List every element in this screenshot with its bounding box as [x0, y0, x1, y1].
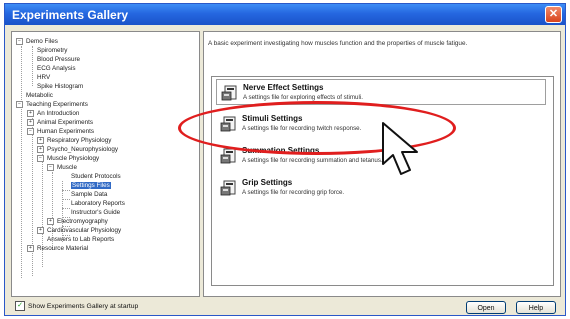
tree-item-muscle-physiology[interactable]: − Muscle Physiology [37, 154, 99, 163]
tree-item-label: Human Experiments [37, 128, 95, 135]
list-item-grip-settings[interactable]: Grip Settings A settings file for record… [216, 175, 546, 201]
list-item-title: Grip Settings [242, 178, 293, 187]
settings-files-list[interactable]: Nerve Effect Settings A settings file fo… [211, 76, 554, 286]
tree-item-label: Animal Experiments [37, 119, 93, 126]
tree-item-label: Cardiovascular Physiology [47, 227, 122, 234]
tree-item-label: Spike Histogram [37, 83, 84, 90]
show-at-startup-checkbox[interactable]: ✓ [15, 301, 25, 311]
experiment-description: A basic experiment investigating how mus… [208, 40, 468, 47]
tree-item-an-introduction[interactable]: + An Introduction [27, 109, 79, 118]
experiments-gallery-window: Experiments Gallery ✕ − Demo Files Spirom… [4, 3, 566, 316]
tree-item-blood-pressure[interactable]: Blood Pressure [37, 55, 80, 64]
tree-item-label: Muscle Physiology [47, 155, 100, 162]
tree-connector [62, 199, 70, 200]
tree-item-label: Demo Files [26, 38, 58, 45]
list-item-nerve-effect-settings[interactable]: Nerve Effect Settings A settings file fo… [216, 79, 546, 105]
tree-item-label: Blood Pressure [37, 56, 81, 63]
tree-item-human-experiments[interactable]: − Human Experiments [27, 127, 94, 136]
tree-item-label: Sample Data [71, 191, 108, 198]
tree-item-spirometry[interactable]: Spirometry [37, 46, 67, 55]
settings-file-icon [220, 180, 236, 196]
collapse-icon[interactable]: − [27, 127, 34, 135]
title-bar[interactable]: Experiments Gallery ✕ [5, 4, 565, 25]
tree-item-teaching-experiments[interactable]: − Teaching Experiments [16, 100, 88, 109]
tree-item-label: Resource Material [37, 245, 89, 252]
tree-item-label: HRV [37, 74, 51, 81]
tree-item-label: Electromyography [57, 218, 108, 225]
tree-item-laboratory-reports[interactable]: Laboratory Reports [71, 199, 125, 208]
tree-item-muscle[interactable]: − Muscle [47, 163, 77, 172]
tree-item-answers-to-lab-reports[interactable]: Answers to Lab Reports [47, 235, 114, 244]
show-at-startup-option[interactable]: ✓ Show Experiments Gallery at startup [15, 301, 138, 311]
tree-item-label: Student Protocols [71, 173, 121, 180]
list-item-description: A settings file for recording grip force… [242, 189, 345, 196]
tree-item-sample-data[interactable]: Sample Data [71, 190, 107, 199]
tree-item-student-protocols[interactable]: Student Protocols [71, 172, 121, 181]
tree-item-label: Psycho_Neurophysiology [47, 146, 119, 153]
tree-connector [32, 46, 33, 86]
list-item-title: Summation Settings [242, 146, 320, 155]
expand-icon[interactable]: + [27, 118, 34, 126]
tree-item-label: Settings Files [71, 182, 111, 189]
list-item-description: A settings file for recording twitch res… [242, 125, 362, 132]
list-item-summation-settings[interactable]: Summation Settings A settings file for r… [216, 143, 546, 169]
collapse-icon[interactable]: − [37, 154, 44, 162]
tree-item-instructors-guide[interactable]: Instructor's Guide [71, 208, 120, 217]
close-button[interactable]: ✕ [545, 6, 562, 23]
list-item-title: Nerve Effect Settings [243, 83, 324, 92]
expand-icon[interactable]: + [27, 109, 34, 117]
experiments-tree[interactable]: − Demo Files Spirometry Blood Pressure EC… [11, 31, 200, 297]
tree-item-psycho-neurophysiology[interactable]: + Psycho_Neurophysiology [37, 145, 118, 154]
expand-icon[interactable]: + [37, 136, 44, 144]
expand-icon[interactable]: + [37, 226, 44, 234]
list-item-description: A settings file for exploring effects of… [243, 94, 363, 101]
tree-item-label: Respiratory Physiology [47, 137, 112, 144]
tree-item-label: Spirometry [37, 47, 68, 54]
show-at-startup-label: Show Experiments Gallery at startup [28, 302, 139, 310]
tree-item-ecg-analysis[interactable]: ECG Analysis [37, 64, 76, 73]
tree-item-settings-files[interactable]: Settings Files [71, 181, 111, 190]
tree-connector [62, 208, 70, 209]
collapse-icon[interactable]: − [16, 37, 23, 45]
tree-item-label: ECG Analysis [37, 65, 76, 72]
tree-item-label: Muscle [57, 164, 77, 171]
settings-file-icon [221, 85, 237, 101]
tree-connector [21, 46, 22, 278]
tree-item-metabolic[interactable]: Metabolic [26, 91, 53, 100]
tree-item-hrv[interactable]: HRV [37, 73, 50, 82]
tree-item-label: Answers to Lab Reports [47, 236, 115, 243]
tree-item-label: Teaching Experiments [26, 101, 88, 108]
tree-item-spike-histogram[interactable]: Spike Histogram [37, 82, 83, 91]
window-title: Experiments Gallery [12, 8, 129, 22]
tree-item-label: Instructor's Guide [71, 209, 121, 216]
collapse-icon[interactable]: − [16, 100, 23, 108]
tree-item-demo-files[interactable]: − Demo Files [16, 37, 58, 46]
tree-item-cardiovascular-physiology[interactable]: + Cardiovascular Physiology [37, 226, 121, 235]
settings-file-icon [220, 116, 236, 132]
tree-item-label: An Introduction [37, 110, 80, 117]
tree-item-respiratory-physiology[interactable]: + Respiratory Physiology [37, 136, 111, 145]
expand-icon[interactable]: + [27, 244, 34, 252]
open-button[interactable]: Open [466, 301, 506, 314]
expand-icon[interactable]: + [47, 217, 54, 225]
tree-item-label: Metabolic [26, 92, 53, 99]
list-item-description: A settings file for recording summation … [242, 157, 383, 164]
expand-icon[interactable]: + [37, 145, 44, 153]
help-button[interactable]: Help [516, 301, 556, 314]
collapse-icon[interactable]: − [47, 163, 54, 171]
tree-item-resource-material[interactable]: + Resource Material [27, 244, 88, 253]
list-item-stimuli-settings[interactable]: Stimuli Settings A settings file for rec… [216, 111, 546, 137]
tree-item-animal-experiments[interactable]: + Animal Experiments [27, 118, 93, 127]
tree-item-electromyography[interactable]: + Electromyography [47, 217, 108, 226]
settings-file-icon [220, 148, 236, 164]
tree-item-label: Laboratory Reports [71, 200, 125, 207]
tree-connector [62, 190, 70, 191]
list-item-title: Stimuli Settings [242, 114, 303, 123]
details-panel: A basic experiment investigating how mus… [203, 31, 561, 297]
